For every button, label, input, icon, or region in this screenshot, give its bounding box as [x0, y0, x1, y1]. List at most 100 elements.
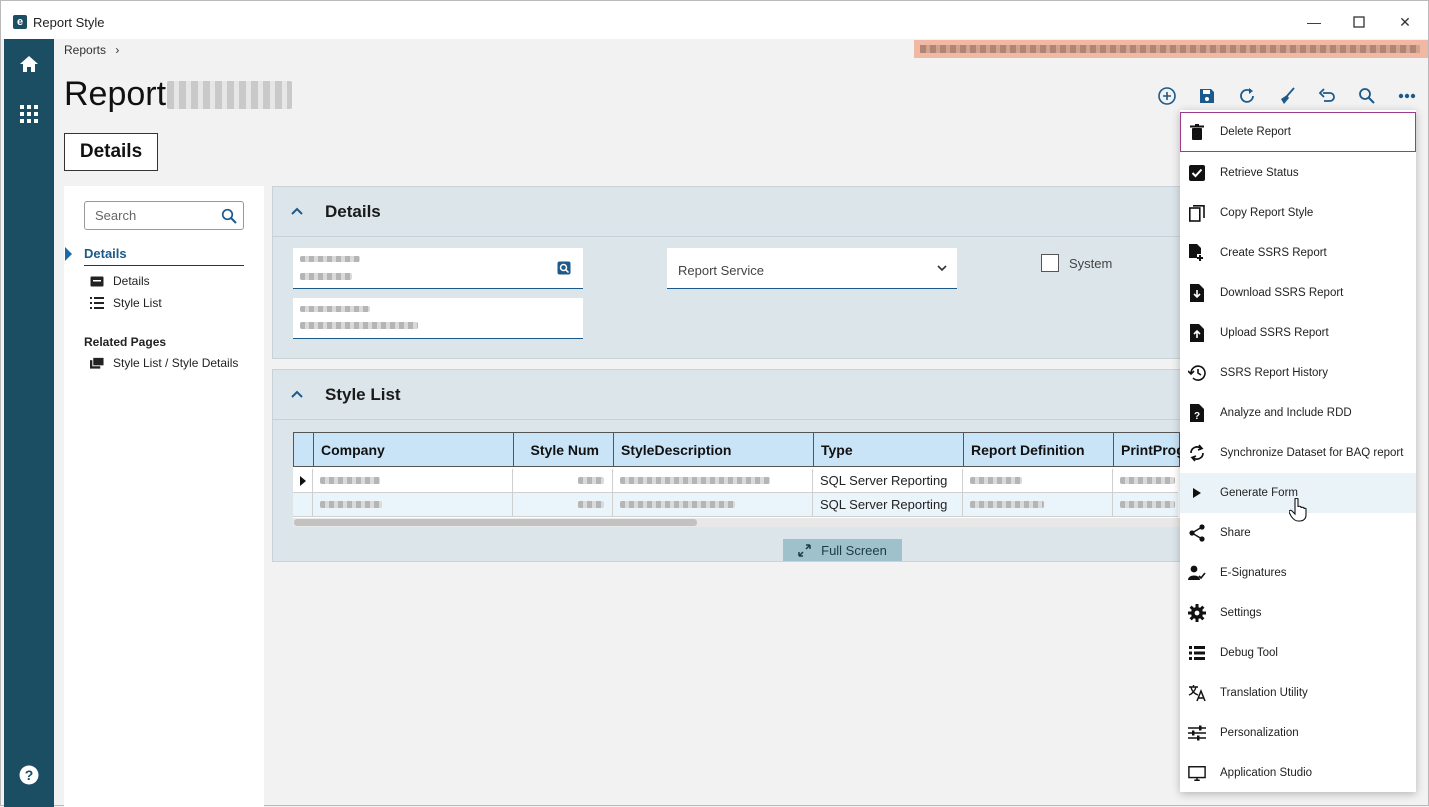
cell-style-description[interactable]: [613, 493, 813, 517]
report-service-dropdown[interactable]: Report Service: [667, 248, 957, 289]
list-icon: [90, 297, 104, 309]
column-header-company[interactable]: Company: [314, 433, 514, 466]
maximize-button[interactable]: [1344, 11, 1374, 33]
menu-item-copy-report-style[interactable]: Copy Report Style: [1180, 193, 1416, 233]
style-list-grid: Company Style Num StyleDescription Type …: [293, 432, 1185, 518]
menu-item-ssrs-report-history[interactable]: SSRS Report History: [1180, 353, 1416, 393]
refresh-button[interactable]: [1227, 83, 1267, 109]
row-selector[interactable]: [293, 469, 313, 493]
trash-icon: [1188, 123, 1206, 141]
nav-item-details[interactable]: Details: [90, 273, 150, 289]
menu-item-debug-tool[interactable]: Debug Tool: [1180, 633, 1416, 673]
share-icon: [1188, 524, 1206, 542]
tab-details[interactable]: Details: [64, 133, 158, 171]
esignature-icon: [1188, 564, 1206, 582]
menu-item-delete-report[interactable]: Delete Report: [1180, 112, 1416, 152]
app-sidebar: ?: [4, 39, 54, 807]
cell-type[interactable]: SQL Server Reporting: [813, 469, 963, 493]
expand-icon: [798, 543, 811, 557]
redacted-report-id: [167, 81, 292, 109]
maximize-icon: [1353, 16, 1365, 28]
cell-print-prog[interactable]: [1113, 493, 1178, 517]
help-button[interactable]: ?: [16, 762, 42, 788]
sliders-icon: [1188, 724, 1206, 742]
apps-button[interactable]: [16, 101, 42, 127]
menu-item-application-studio[interactable]: Application Studio: [1180, 753, 1416, 793]
menu-item-synchronize-dataset[interactable]: Synchronize Dataset for BAQ report: [1180, 433, 1416, 473]
gear-icon: [1188, 604, 1206, 622]
menu-item-e-signatures[interactable]: E-Signatures: [1180, 553, 1416, 593]
more-horizontal-icon: [1398, 93, 1416, 99]
history-icon: [1188, 364, 1206, 382]
related-item-style-list-details[interactable]: Style List / Style Details: [90, 355, 238, 371]
report-id-field[interactable]: [293, 248, 583, 289]
home-button[interactable]: [16, 51, 42, 77]
column-header-report-definition[interactable]: Report Definition: [964, 433, 1114, 466]
menu-item-translation-utility[interactable]: Translation Utility: [1180, 673, 1416, 713]
nav-item-style-list[interactable]: Style List: [90, 295, 162, 311]
system-checkbox[interactable]: [1041, 254, 1059, 272]
save-button[interactable]: [1187, 83, 1227, 109]
table-row[interactable]: SQL Server Reporting: [293, 493, 1178, 517]
overflow-menu-button[interactable]: [1387, 83, 1427, 109]
menu-item-create-ssrs-report[interactable]: Create SSRS Report: [1180, 233, 1416, 273]
translate-icon: [1188, 684, 1206, 702]
cell-style-num[interactable]: [513, 469, 613, 493]
description-field[interactable]: [293, 298, 583, 339]
row-selector[interactable]: [293, 493, 313, 517]
cell-company[interactable]: [313, 469, 513, 493]
nav-section-caret-icon: [65, 247, 72, 261]
toolbar: [1147, 83, 1427, 109]
search-icon: [1359, 88, 1375, 104]
grid-horizontal-scrollbar[interactable]: [293, 518, 1180, 527]
search-icon[interactable]: [221, 208, 237, 224]
lookup-icon[interactable]: [557, 261, 571, 275]
details-panel-header: Details: [273, 187, 1187, 237]
save-icon: [1200, 89, 1214, 103]
cell-report-definition[interactable]: [963, 469, 1113, 493]
menu-item-personalization[interactable]: Personalization: [1180, 713, 1416, 753]
full-screen-button[interactable]: Full Screen: [783, 539, 902, 561]
cell-print-prog[interactable]: [1113, 469, 1178, 493]
svg-text:?: ?: [25, 767, 34, 783]
cell-style-num[interactable]: [513, 493, 613, 517]
column-header-type[interactable]: Type: [814, 433, 964, 466]
page-title: Report: [64, 75, 167, 113]
menu-item-retrieve-status[interactable]: Retrieve Status: [1180, 153, 1416, 193]
chevron-up-icon[interactable]: [290, 204, 304, 218]
cell-company[interactable]: [313, 493, 513, 517]
clear-button[interactable]: [1267, 83, 1307, 109]
monitor-icon: [1188, 764, 1206, 782]
column-header-print-prog[interactable]: PrintProg: [1114, 433, 1185, 466]
details-panel-title: Details: [325, 202, 381, 221]
menu-item-label: Debug Tool: [1220, 647, 1278, 659]
menu-item-settings[interactable]: Settings: [1180, 593, 1416, 633]
search-button[interactable]: [1347, 83, 1387, 109]
menu-item-upload-ssrs-report[interactable]: Upload SSRS Report: [1180, 313, 1416, 353]
nav-search: [84, 201, 244, 230]
column-header-style-description[interactable]: StyleDescription: [614, 433, 814, 466]
column-header-style-num[interactable]: Style Num: [514, 433, 614, 466]
menu-item-download-ssrs-report[interactable]: Download SSRS Report: [1180, 273, 1416, 313]
add-new-button[interactable]: [1147, 83, 1187, 109]
menu-item-analyze-include-rdd[interactable]: ? Analyze and Include RDD: [1180, 393, 1416, 433]
style-list-panel-title: Style List: [325, 385, 401, 404]
windows-icon: [90, 357, 104, 369]
broom-icon: [1281, 87, 1295, 104]
redacted-field-value: [300, 273, 352, 280]
cell-report-definition[interactable]: [963, 493, 1113, 517]
apps-grid-icon: [20, 105, 38, 123]
scrollbar-thumb[interactable]: [294, 519, 697, 526]
close-window-button[interactable]: ✕: [1390, 11, 1420, 33]
undo-button[interactable]: [1307, 83, 1347, 109]
full-screen-label: Full Screen: [821, 542, 887, 558]
nav-search-input[interactable]: [85, 202, 210, 229]
breadcrumb-reports-link[interactable]: Reports: [64, 43, 106, 57]
cell-type[interactable]: SQL Server Reporting: [813, 493, 963, 517]
chevron-up-icon[interactable]: [290, 387, 304, 401]
table-row[interactable]: SQL Server Reporting: [293, 469, 1178, 493]
minimize-button[interactable]: —: [1299, 11, 1329, 33]
nav-section-details[interactable]: Details: [84, 246, 244, 266]
play-icon: [1188, 484, 1206, 502]
cell-style-description[interactable]: [613, 469, 813, 493]
